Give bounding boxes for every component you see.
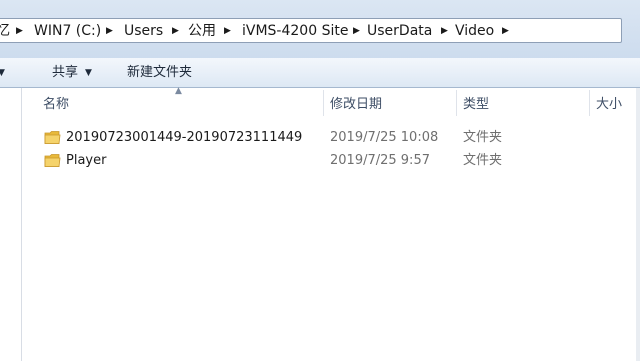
breadcrumb-users[interactable]: Users xyxy=(124,22,163,40)
command-toolbar: ▼ 共享 ▼ 新建文件夹 xyxy=(0,58,640,88)
chevron-right-icon[interactable]: ▶ xyxy=(224,22,231,40)
column-header-type[interactable]: 类型 xyxy=(463,96,489,114)
folder-icon xyxy=(44,131,61,144)
explorer-window: 忆 ▶ WIN7 (C:) ▶ Users ▶ 公用 ▶ iVMS-4200 S… xyxy=(0,0,640,361)
column-header-name[interactable]: 名称 xyxy=(43,96,69,114)
file-name[interactable]: 20190723001449-20190723111449 xyxy=(66,129,302,147)
column-divider[interactable] xyxy=(323,90,324,116)
chevron-right-icon[interactable]: ▶ xyxy=(172,22,179,40)
column-header-size[interactable]: 大小 xyxy=(596,96,622,114)
chevron-down-icon[interactable]: ▼ xyxy=(0,64,5,82)
file-type: 文件夹 xyxy=(463,153,503,168)
breadcrumb-computer[interactable]: 忆 xyxy=(0,22,10,40)
list-item[interactable]: 20190723001449-20190723111449 2019/7/25 … xyxy=(30,127,630,149)
sort-ascending-icon: ▲ xyxy=(175,86,182,96)
breadcrumb-drive[interactable]: WIN7 (C:) xyxy=(34,22,101,40)
file-name[interactable]: Player xyxy=(66,152,106,170)
chevron-right-icon[interactable]: ▶ xyxy=(502,22,509,40)
folder-icon xyxy=(44,154,61,167)
chevron-right-icon[interactable]: ▶ xyxy=(441,22,448,40)
share-button[interactable]: 共享 xyxy=(52,64,78,82)
file-date-modified: 2019/7/25 10:08 xyxy=(330,130,439,145)
chevron-down-icon[interactable]: ▼ xyxy=(85,64,92,82)
list-item[interactable]: Player 2019/7/25 9:57 文件夹 xyxy=(30,150,630,172)
scrollbar[interactable] xyxy=(636,88,640,361)
file-date-modified: 2019/7/25 9:57 xyxy=(330,153,430,168)
chevron-right-icon[interactable]: ▶ xyxy=(16,22,23,40)
breadcrumb-public[interactable]: 公用 xyxy=(188,22,216,40)
file-type: 文件夹 xyxy=(463,130,503,145)
column-divider[interactable] xyxy=(589,90,590,116)
navigation-pane-edge xyxy=(0,88,22,361)
column-header-date-modified[interactable]: 修改日期 xyxy=(330,96,382,114)
breadcrumb-video[interactable]: Video xyxy=(455,22,494,40)
breadcrumb-userdata[interactable]: UserData xyxy=(367,22,432,40)
address-bar: 忆 ▶ WIN7 (C:) ▶ Users ▶ 公用 ▶ iVMS-4200 S… xyxy=(0,0,640,58)
new-folder-button[interactable]: 新建文件夹 xyxy=(127,64,192,82)
column-divider[interactable] xyxy=(456,90,457,116)
breadcrumb-ivms-site[interactable]: iVMS-4200 Site xyxy=(242,22,348,40)
chevron-right-icon[interactable]: ▶ xyxy=(106,22,113,40)
chevron-right-icon[interactable]: ▶ xyxy=(353,22,360,40)
